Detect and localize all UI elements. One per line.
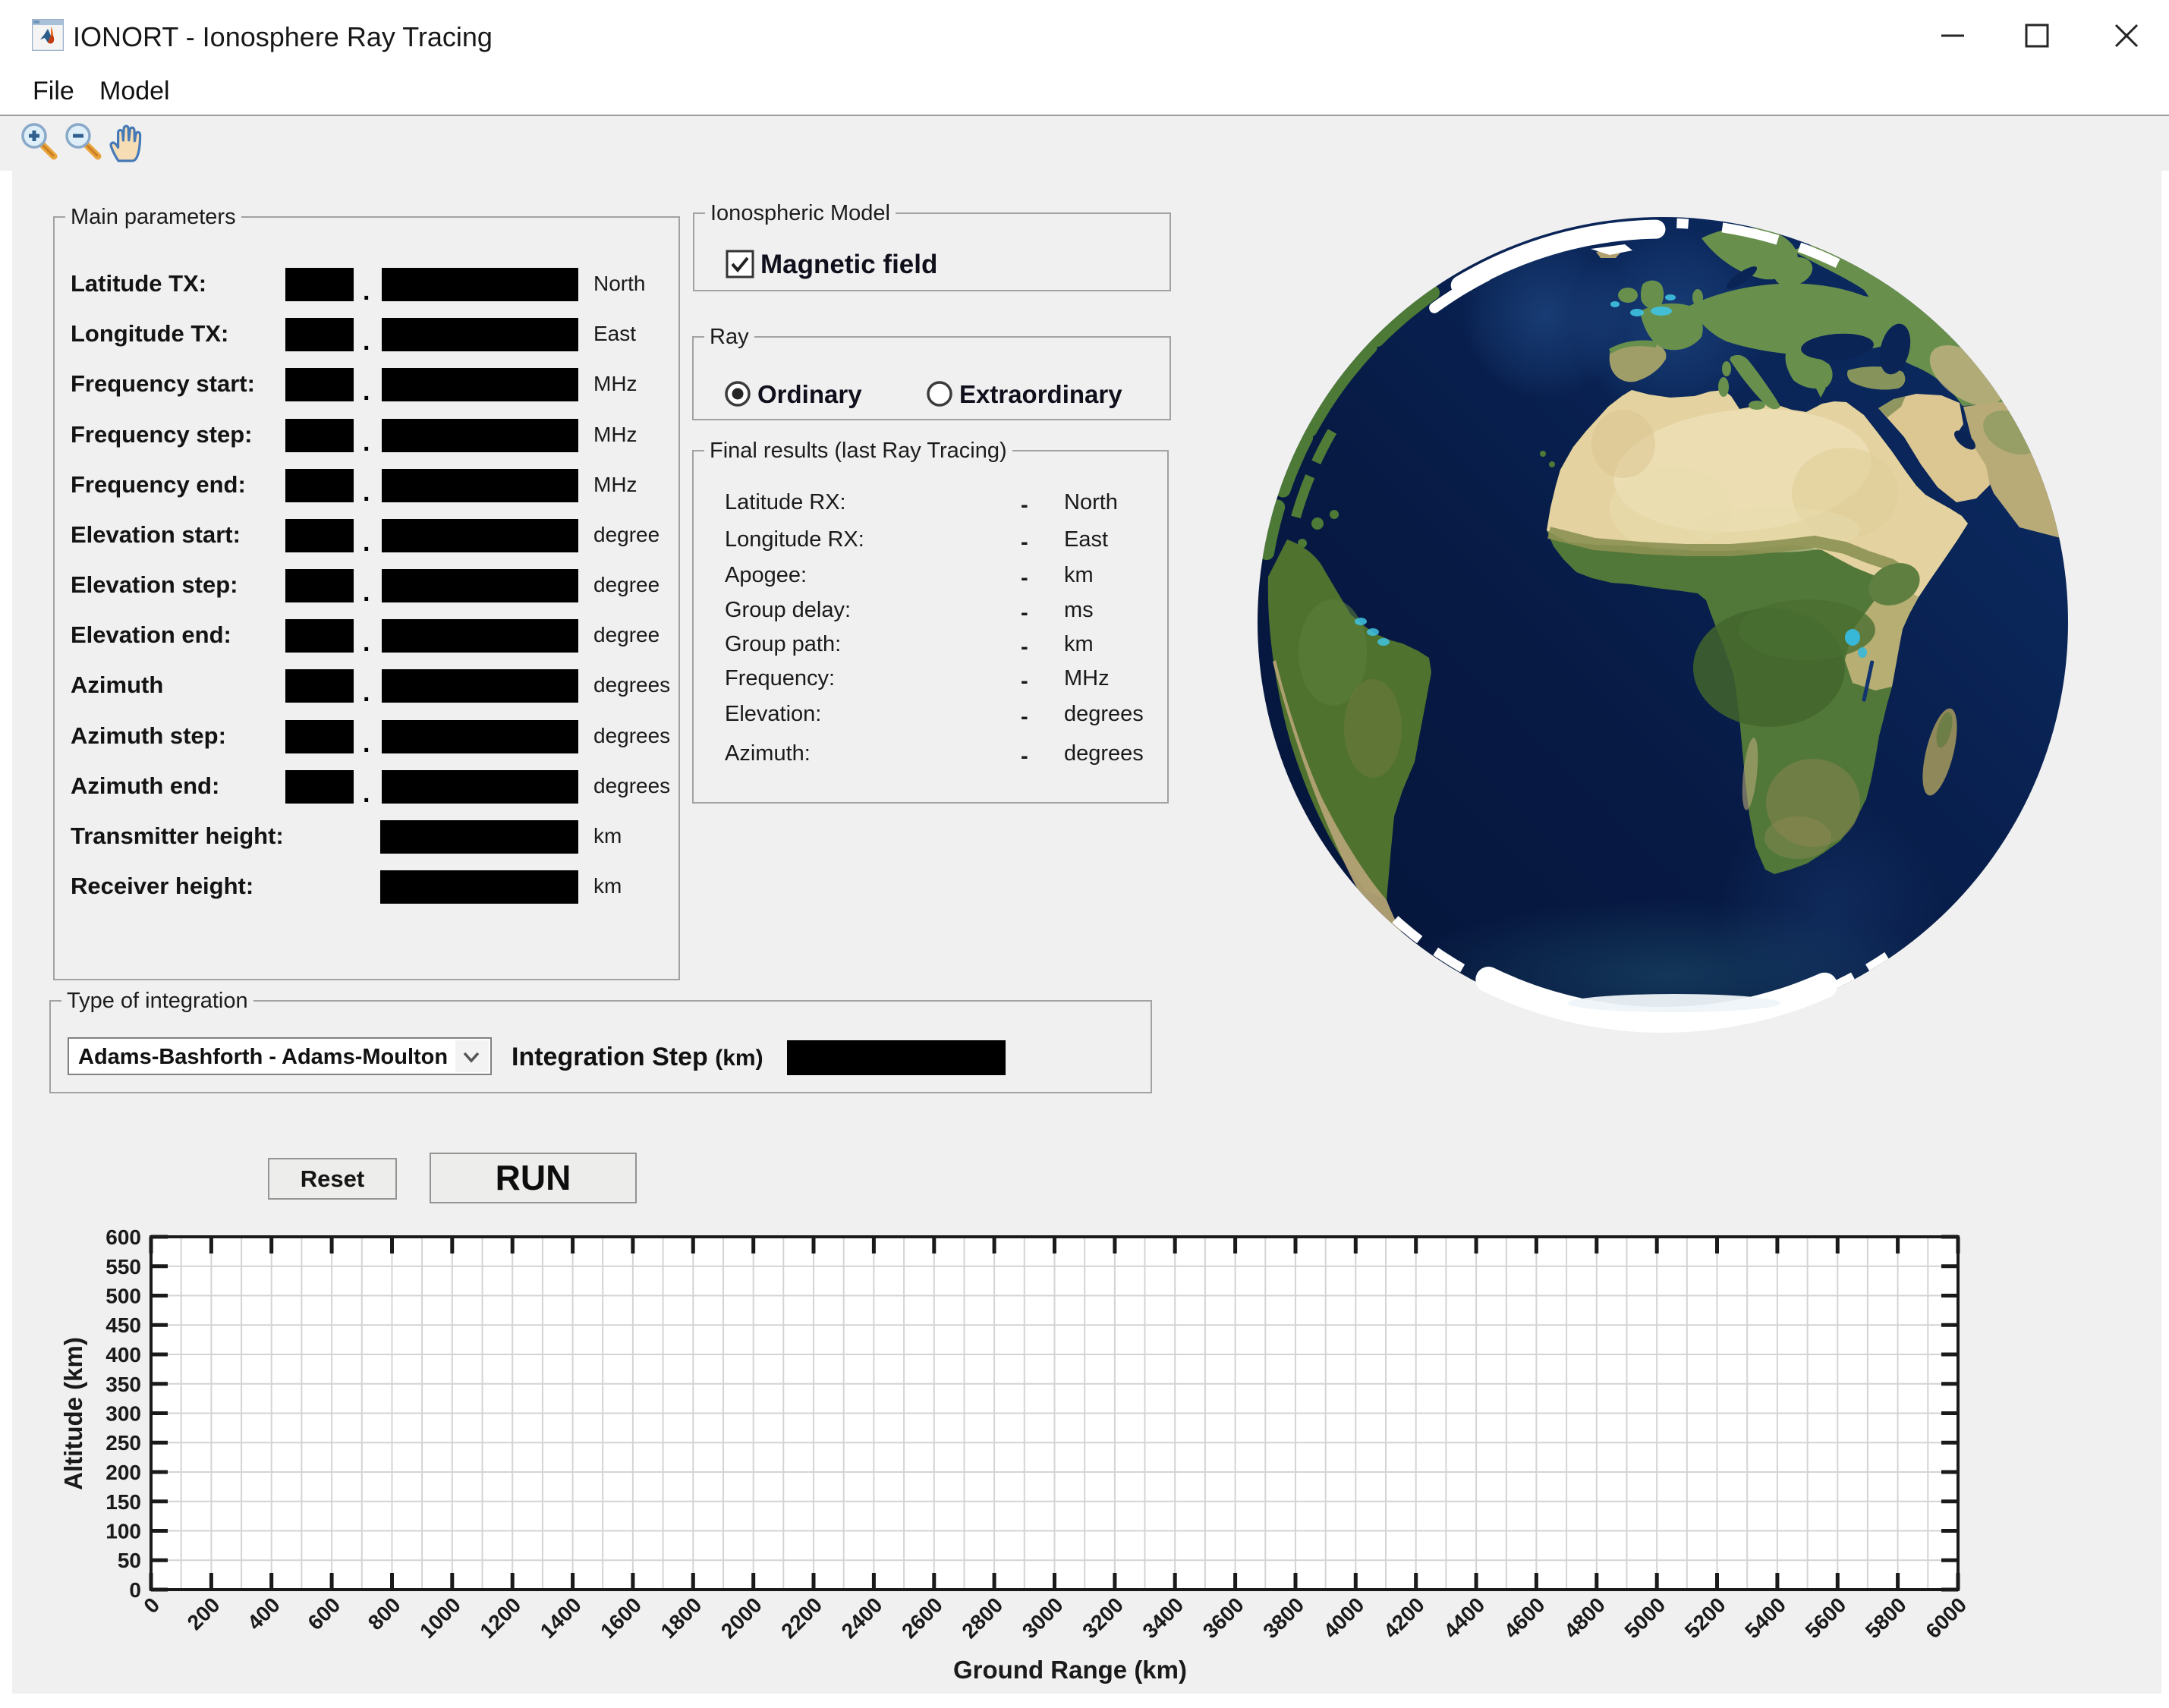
- svg-text:4600: 4600: [1500, 1593, 1550, 1643]
- svg-text:2200: 2200: [776, 1593, 826, 1643]
- svg-text:5600: 5600: [1801, 1593, 1851, 1643]
- svg-text:0: 0: [139, 1593, 164, 1618]
- svg-text:500: 500: [105, 1285, 141, 1308]
- svg-text:3800: 3800: [1258, 1593, 1308, 1643]
- svg-text:300: 300: [105, 1402, 141, 1426]
- svg-text:4400: 4400: [1439, 1593, 1489, 1643]
- svg-text:50: 50: [118, 1549, 141, 1572]
- svg-text:100: 100: [105, 1520, 141, 1543]
- svg-text:2600: 2600: [897, 1593, 947, 1643]
- svg-text:400: 400: [243, 1593, 285, 1634]
- svg-text:450: 450: [105, 1313, 141, 1337]
- svg-text:600: 600: [105, 1225, 141, 1249]
- svg-text:2400: 2400: [837, 1593, 887, 1643]
- svg-text:1200: 1200: [475, 1593, 525, 1643]
- svg-text:1600: 1600: [596, 1593, 646, 1643]
- svg-text:400: 400: [105, 1343, 141, 1367]
- svg-text:800: 800: [364, 1593, 405, 1634]
- svg-text:3600: 3600: [1198, 1593, 1248, 1643]
- svg-text:5800: 5800: [1861, 1593, 1911, 1643]
- svg-text:6000: 6000: [1921, 1593, 1971, 1643]
- svg-text:1400: 1400: [536, 1593, 586, 1643]
- svg-text:550: 550: [105, 1255, 141, 1279]
- svg-text:Altitude (km): Altitude (km): [59, 1337, 87, 1490]
- svg-text:5000: 5000: [1620, 1593, 1670, 1643]
- svg-text:200: 200: [105, 1461, 141, 1484]
- svg-text:2000: 2000: [716, 1593, 767, 1643]
- svg-text:200: 200: [183, 1593, 225, 1634]
- svg-text:0: 0: [129, 1578, 141, 1602]
- svg-text:4200: 4200: [1379, 1593, 1429, 1643]
- svg-text:4000: 4000: [1319, 1593, 1369, 1643]
- svg-text:250: 250: [105, 1431, 141, 1455]
- svg-text:3000: 3000: [1018, 1593, 1068, 1643]
- svg-text:1800: 1800: [656, 1593, 707, 1643]
- svg-text:2800: 2800: [957, 1593, 1007, 1643]
- svg-text:600: 600: [303, 1593, 345, 1634]
- svg-text:Ground Range (km): Ground Range (km): [953, 1656, 1187, 1684]
- svg-text:350: 350: [105, 1373, 141, 1396]
- svg-text:3400: 3400: [1138, 1593, 1188, 1643]
- svg-text:4800: 4800: [1560, 1593, 1610, 1643]
- svg-text:5200: 5200: [1680, 1593, 1730, 1643]
- svg-text:3200: 3200: [1078, 1593, 1128, 1643]
- svg-text:5400: 5400: [1740, 1593, 1790, 1643]
- svg-text:1000: 1000: [415, 1593, 465, 1643]
- svg-text:150: 150: [105, 1490, 141, 1514]
